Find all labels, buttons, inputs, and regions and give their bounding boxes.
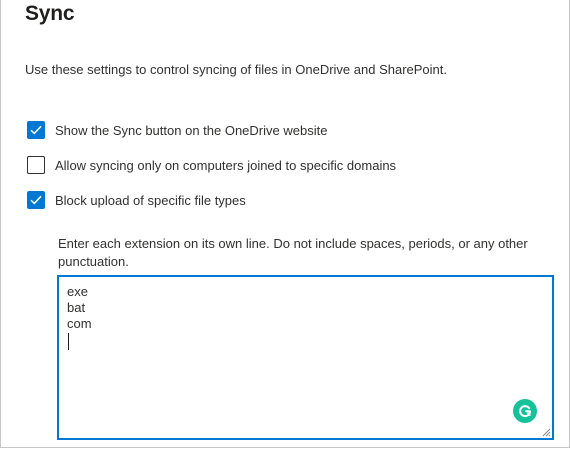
show-sync-button-option[interactable]: Show the Sync button on the OneDrive web…	[27, 121, 327, 139]
block-file-types-checkbox[interactable]	[27, 191, 45, 209]
grammarly-icon[interactable]	[513, 399, 537, 423]
allow-syncing-domains-label: Allow syncing only on computers joined t…	[55, 157, 397, 173]
extensions-field[interactable]	[57, 275, 554, 440]
allow-syncing-domains-checkbox[interactable]	[27, 156, 45, 174]
sync-description: Use these settings to control syncing of…	[25, 62, 447, 77]
extensions-textarea[interactable]	[59, 277, 552, 438]
extensions-help-text: Enter each extension on its own line. Do…	[58, 236, 528, 269]
text-cursor	[68, 333, 69, 350]
checkmark-icon	[30, 195, 42, 205]
sync-settings-panel: Sync Use these settings to control synci…	[0, 0, 570, 448]
allow-syncing-domains-option[interactable]: Allow syncing only on computers joined t…	[27, 156, 396, 174]
block-file-types-option[interactable]: Block upload of specific file types	[27, 191, 246, 209]
resize-grip-icon[interactable]	[541, 427, 551, 437]
block-file-types-label: Block upload of specific file types	[55, 192, 246, 208]
show-sync-button-checkbox[interactable]	[27, 121, 45, 139]
show-sync-button-label: Show the Sync button on the OneDrive web…	[55, 122, 328, 138]
checkmark-icon	[30, 125, 42, 135]
page-title: Sync	[25, 2, 75, 25]
